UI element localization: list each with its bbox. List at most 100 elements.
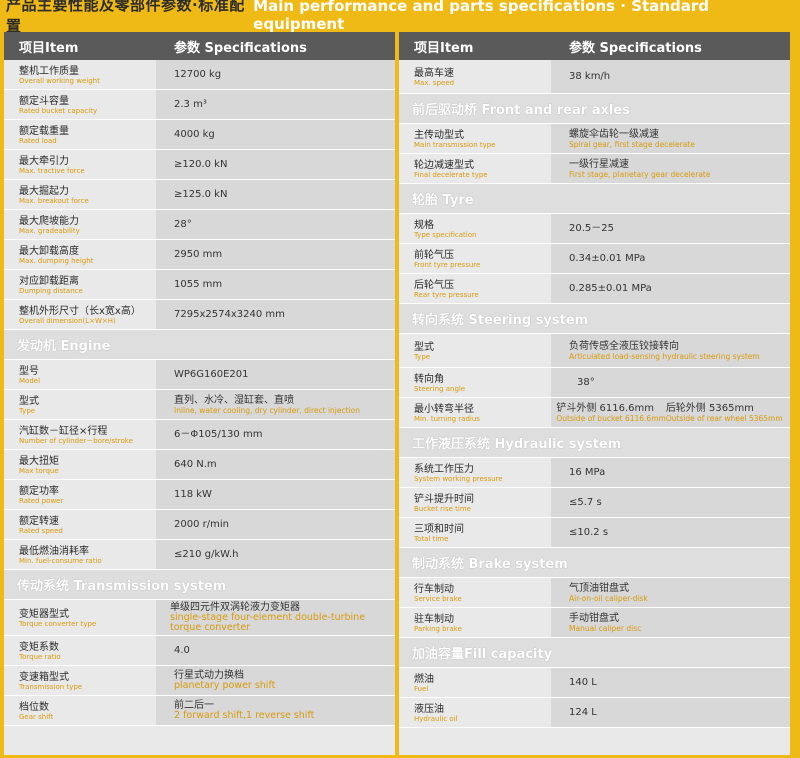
table-row: 最小转弯半径 Min. turning radius 铲斗外侧 6116.6mm O… (399, 398, 790, 428)
table-row: 最大掘起力 Max. breakout force ≥125.0 kN (4, 180, 395, 210)
row-value: 124 L (569, 707, 597, 718)
row-label: 整机外形尺寸（长x宽x高） (19, 305, 141, 317)
table-row: 最低燃油消耗率 Min. fuel-consume ratio ≤210 g/kW… (4, 540, 395, 570)
table-row: 整机外形尺寸（长x宽x高） Overall dimension(L×W×H) 72… (4, 300, 395, 330)
row-value: 6－Φ105/130 mm (174, 429, 263, 440)
row-label: 规格 (414, 219, 434, 231)
table-row: 变矩器型式 Torque converter type 单级四元件双涡轮液力变矩器… (4, 600, 395, 636)
row-label-en: Torque converter type (19, 619, 97, 628)
row-label: 行车制动 (414, 583, 454, 595)
table-row: 对应卸载距离 Dumping distance 1055 mm (4, 270, 395, 300)
table-row: 额定载重量 Rated load 4000 kg (4, 120, 395, 150)
row-label-en: Type (414, 352, 431, 361)
table-row: 轮边减速型式 Final decelerate type 一级行星减速 First … (399, 154, 790, 184)
row-value: 118 kW (174, 489, 212, 500)
table-header: 项目Item 参数 Specifications (399, 32, 790, 60)
row-label: 转向角 (414, 373, 444, 385)
row-label: 最高车速 (414, 67, 454, 79)
table-row: 规格 Type specification 20.5－25 (399, 214, 790, 244)
row-label-en: Rated load (19, 136, 57, 145)
row-label-en: Total time (414, 534, 449, 543)
row-value: 一级行星减速 (569, 158, 629, 170)
row-label: 轮边减速型式 (414, 159, 474, 171)
table-row: 转向角 Steering angle 38° (399, 368, 790, 398)
row-value: 140 L (569, 677, 597, 688)
row-label-en: Max. dumping height (19, 256, 94, 265)
row-value-en: Manual caliper disc (569, 623, 642, 633)
section-axles: 前后驱动桥 Front and rear axles (399, 94, 790, 124)
row-value: 2000 r/min (174, 519, 229, 530)
header-item: 项目Item (414, 40, 474, 56)
table-row: 额定转速 Rated speed 2000 r/min (4, 510, 395, 540)
row-label-en: Max. speed (414, 78, 455, 87)
row-value: 0.34±0.01 MPa (569, 253, 646, 264)
row-label-en: Steering angle (414, 384, 466, 393)
row-label-en: Rated speed (19, 526, 63, 535)
row-value: 负荷传感全液压铰接转向 (569, 340, 679, 352)
row-value: 气顶油钳盘式 (569, 582, 629, 594)
radius-bucket-en: Outside of bucket 6116.6mm (556, 413, 666, 423)
row-label: 汽缸数－缸径×行程 (19, 425, 108, 437)
table-row: 型号 Model WP6G160E201 (4, 360, 395, 390)
radius-wheel-en: Outside of rear wheel 5365mm (665, 413, 783, 423)
row-label-en: System working pressure (414, 474, 503, 483)
row-value: WP6G160E201 (174, 369, 249, 380)
banner-title-cn: 产品主要性能及零部件参数·标准配置 (6, 0, 245, 35)
row-value: 0.285±0.01 MPa (569, 283, 652, 294)
row-label: 后轮气压 (414, 279, 454, 291)
table-row: 最大扭矩 Max torque 640 N.m (4, 450, 395, 480)
row-label-en: Rated bucket capacity (19, 106, 98, 115)
header-spec: 参数 Specifications (569, 40, 702, 56)
row-value-en: Articulated load-sensing hydraulic steer… (569, 351, 760, 361)
row-value: ≥120.0 kN (174, 159, 228, 170)
table-row: 主传动型式 Main transmission type 螺旋伞齿轮一级减速 Spi… (399, 124, 790, 154)
row-label: 对应卸载距离 (19, 275, 79, 287)
table-row: 额定斗容量 Rated bucket capacity 2.3 m³ (4, 90, 395, 120)
row-label: 最大扭矩 (19, 455, 59, 467)
row-value: 手动钳盘式 (569, 612, 619, 624)
radius-wheel-value: 后轮外侧 5365mm (665, 402, 754, 414)
title-banner: 产品主要性能及零部件参数·标准配置 Main performance and p… (0, 0, 800, 35)
row-label-en: Final decelerate type (414, 170, 488, 179)
section-transmission: 传动系统 Transmission system (4, 570, 395, 600)
row-label: 变矩器型式 (19, 608, 69, 620)
table-row: 三项和时间 Total time ≤10.2 s (399, 518, 790, 548)
row-value: 1055 mm (174, 279, 223, 290)
row-value: 640 N.m (174, 459, 217, 470)
row-label: 前轮气压 (414, 249, 454, 261)
row-value: 12700 kg (174, 69, 222, 80)
table-row: 变矩系数 Torque ratio 4.0 (4, 636, 395, 666)
row-label-en: Number of cylinder－bore/stroke (19, 436, 133, 445)
row-label: 变矩系数 (19, 641, 59, 653)
row-label-en: Min. fuel-consume ratio (19, 556, 102, 565)
row-value-en: First stage, planetary gear decelerate (569, 169, 711, 179)
table-row: 型式 Type 负荷传感全液压铰接转向 Articulated load-sensi… (399, 334, 790, 368)
table-row: 最大卸载高度 Max. dumping height 2950 mm (4, 240, 395, 270)
row-label-en: Torque ratio (19, 652, 61, 661)
table-header: 项目Item 参数 Specifications (4, 32, 395, 60)
row-value: ≤210 g/kW.h (174, 549, 239, 560)
row-label: 铲斗提升时间 (414, 493, 474, 505)
row-label: 额定功率 (19, 485, 59, 497)
row-value: 16 MPa (569, 467, 606, 478)
row-label: 最大掘起力 (19, 185, 69, 197)
header-item: 项目Item (19, 40, 79, 56)
row-value: 2.3 m³ (174, 99, 207, 110)
row-label: 主传动型式 (414, 129, 464, 141)
banner-title-en: Main performance and parts specification… (253, 0, 709, 33)
table-row: 燃油 Fuel 140 L (399, 668, 790, 698)
radius-bucket-value: 铲斗外侧 6116.6mm (556, 402, 654, 414)
row-label: 最大爬坡能力 (19, 215, 79, 227)
table-row: 最大牵引力 Max. tractive force ≥120.0 kN (4, 150, 395, 180)
table-row: 驻车制动 Parking brake 手动钳盘式 Manual caliper di… (399, 608, 790, 638)
row-label: 整机工作质量 (19, 65, 79, 77)
table-row: 最大爬坡能力 Max. gradeability 28° (4, 210, 395, 240)
table-row: 额定功率 Rated power 118 kW (4, 480, 395, 510)
row-value: 7295x2574x3240 mm (174, 309, 285, 320)
row-value: 20.5－25 (569, 223, 614, 234)
row-label-en: Fuel (414, 684, 429, 693)
table-row: 行车制动 Service brake 气顶油钳盘式 Air-on-oil calip… (399, 578, 790, 608)
row-value-en: single-stage four-element double-turbine… (170, 612, 366, 633)
row-value: 螺旋伞齿轮一级减速 (569, 128, 659, 140)
row-value: ≥125.0 kN (174, 189, 228, 200)
